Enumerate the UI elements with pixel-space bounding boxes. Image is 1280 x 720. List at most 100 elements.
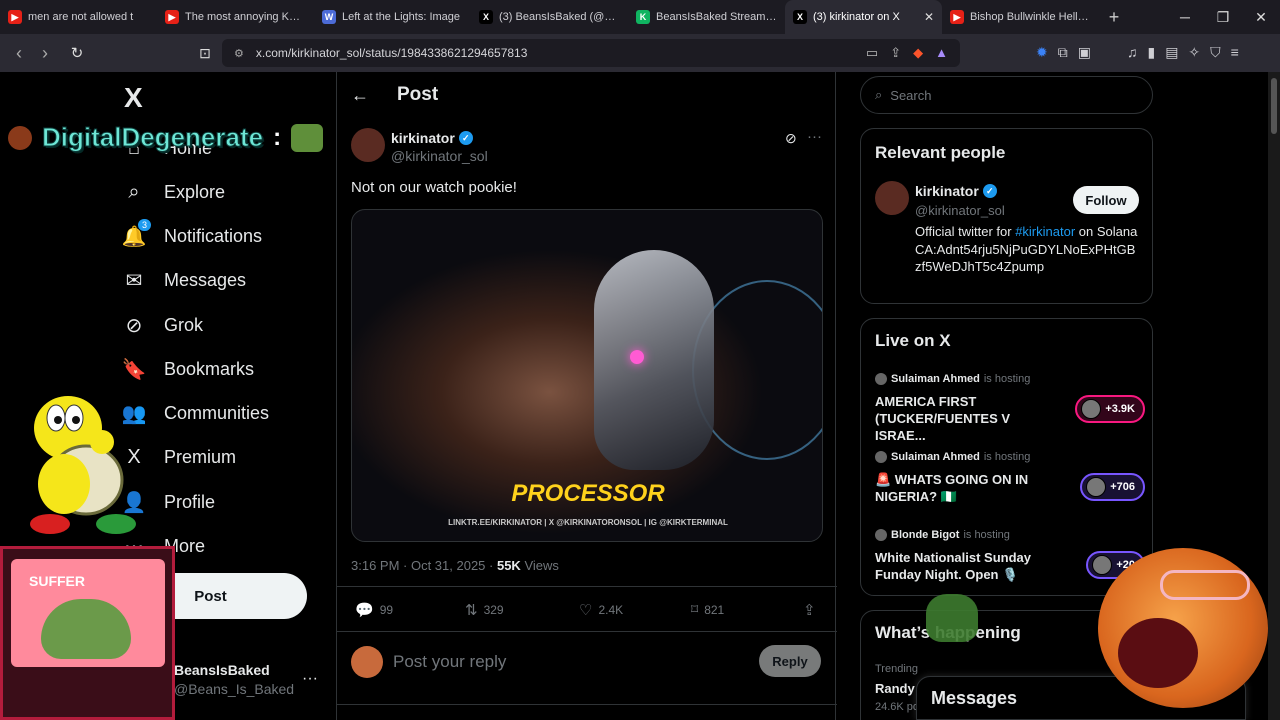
media-credit: LINKTR.EE/KIRKINATOR | X @KIRKINATORONSO… bbox=[448, 518, 728, 527]
listener-pill[interactable]: +3.9K bbox=[1075, 395, 1145, 423]
minimize-icon[interactable]: ─ bbox=[1166, 9, 1204, 25]
listener-avatar bbox=[1092, 555, 1113, 575]
live-on-x-panel: Live on X Sulaiman Ahmed is hosting AMERIC… bbox=[860, 318, 1153, 596]
live-space-item[interactable]: Sulaiman Ahmed is hosting 🚨 WHATS GOING ON… bbox=[875, 451, 1145, 505]
tab-favicon-icon: ▶ bbox=[165, 10, 179, 24]
pot-emote-icon bbox=[8, 125, 32, 150]
more-options-icon[interactable]: ··· bbox=[807, 128, 822, 145]
nav-item-bookmarks[interactable]: 🔖 Bookmarks bbox=[122, 357, 254, 381]
scrollbar-thumb[interactable] bbox=[1271, 78, 1277, 134]
bookmark-page-icon[interactable]: ⊡ bbox=[192, 45, 218, 62]
wallet-icon[interactable]: ▤ bbox=[1165, 44, 1178, 61]
tab-title: Bishop Bullwinkle Hell To bbox=[970, 11, 1091, 23]
reply-input[interactable]: Post your reply bbox=[393, 652, 506, 672]
grok-icon[interactable]: ⊘ bbox=[785, 130, 797, 147]
live-title: Live on X bbox=[875, 331, 951, 350]
browser-tab[interactable]: ▶ Bishop Bullwinkle Hell To bbox=[942, 0, 1099, 34]
site-info-icon[interactable]: ⚙ bbox=[234, 47, 244, 60]
extension-1-icon[interactable]: ✹ bbox=[1036, 44, 1048, 61]
browser-toolbar: ‹ › ↻ ⊡ ⚙ x.com/kirkinator_sol/status/19… bbox=[0, 34, 1280, 72]
account-handle: @Beans_Is_Baked bbox=[174, 681, 295, 697]
repost-action[interactable]: ⇅ 329 bbox=[465, 601, 504, 619]
back-arrow-icon[interactable]: ← bbox=[351, 85, 371, 106]
author-avatar[interactable] bbox=[351, 128, 385, 162]
leo-icon[interactable]: ✧ bbox=[1188, 44, 1200, 61]
author-handle[interactable]: @kirkinator_sol bbox=[391, 148, 488, 164]
tab-list: ▶ men are not allowed t ▶ The most annoying… bbox=[0, 0, 1099, 34]
next-reply-row[interactable] bbox=[337, 704, 837, 720]
page-scrollbar[interactable] bbox=[1268, 72, 1280, 720]
nav-item-messages[interactable]: ✉ Messages bbox=[122, 268, 246, 292]
account-more-icon[interactable]: ··· bbox=[302, 670, 318, 688]
browser-tab[interactable]: ▶ men are not allowed t bbox=[0, 0, 157, 34]
reply-action[interactable]: 💬 99 bbox=[355, 601, 393, 619]
host-avatar bbox=[875, 529, 887, 541]
hosting-label: is hosting bbox=[963, 529, 1010, 541]
reply-button[interactable]: Reply bbox=[759, 645, 821, 677]
nav-item-notifications[interactable]: 🔔 3 Notifications bbox=[122, 218, 263, 248]
suffer-tv-overlay: SUFFER bbox=[0, 546, 175, 720]
messages-drawer-title: Messages bbox=[931, 688, 1018, 708]
pepe-emote-icon bbox=[291, 123, 324, 152]
share-icon[interactable]: ⇪ bbox=[890, 45, 901, 61]
live-space-item[interactable]: Blonde Bigot is hosting White Nationalist … bbox=[875, 529, 1145, 583]
browser-tab[interactable]: K BeansIsBaked Stream - W bbox=[628, 0, 785, 34]
extension-icons: ✹ ⧉ ▣ ♫ ▮ ▤ ✧ ⛉ ≡ bbox=[1036, 44, 1239, 61]
nav-item-grok[interactable]: ⊘ Grok bbox=[122, 313, 203, 337]
live-space-item[interactable]: Sulaiman Ahmed is hosting AMERICA FIRST (T… bbox=[875, 373, 1145, 444]
back-icon[interactable]: ‹ bbox=[6, 43, 32, 64]
vpn-icon[interactable]: ⛉ bbox=[1210, 44, 1221, 61]
relevant-handle[interactable]: @kirkinator_sol bbox=[915, 203, 1005, 218]
host-avatar bbox=[875, 451, 887, 463]
browser-tab[interactable]: X (3) BeansIsBaked (@Beans bbox=[471, 0, 628, 34]
nav-item-explore[interactable]: ⌕ Explore bbox=[122, 180, 225, 204]
search-input[interactable]: ⌕ Search bbox=[860, 76, 1153, 114]
relevant-bio: Official twitter for #kirkinator on Sola… bbox=[915, 223, 1141, 276]
mail-icon: ✉ bbox=[122, 268, 146, 292]
extension-2-icon[interactable]: ▣ bbox=[1078, 44, 1091, 61]
cast-icon[interactable]: ▭ bbox=[866, 45, 878, 61]
bookmark-action[interactable]: ⌑ 821 bbox=[691, 601, 724, 618]
close-window-icon[interactable]: ✕ bbox=[1242, 9, 1280, 26]
browser-tab[interactable]: ▶ The most annoying Karen bbox=[157, 0, 314, 34]
potato-sticker-icon bbox=[1098, 548, 1268, 708]
cyborg-eye bbox=[630, 350, 644, 364]
tweet-media[interactable]: PROCESSOR LINKTR.EE/KIRKINATOR | X @KIRK… bbox=[351, 209, 823, 542]
mouth-shape bbox=[1118, 618, 1198, 688]
nav-label: Communities bbox=[164, 402, 270, 423]
bio-hashtag-link[interactable]: #kirkinator bbox=[1015, 224, 1075, 239]
x-logo-icon[interactable]: X bbox=[124, 82, 143, 114]
menu-icon[interactable]: ≡ bbox=[1231, 44, 1239, 61]
browser-tab-strip: ▶ men are not allowed t ▶ The most annoying… bbox=[0, 0, 1280, 34]
author-name[interactable]: kirkinator ✓ bbox=[391, 130, 473, 146]
account-switcher[interactable]: BeansIsBaked @Beans_Is_Baked bbox=[174, 662, 294, 697]
close-tab-icon[interactable]: ✕ bbox=[924, 10, 934, 24]
share-action[interactable]: ⇪ bbox=[803, 601, 816, 619]
puzzle-icon[interactable]: ⧉ bbox=[1058, 44, 1068, 61]
rewards-icon[interactable]: ▲ bbox=[935, 45, 948, 61]
browser-tab[interactable]: W Left at the Lights: Image bbox=[314, 0, 471, 34]
tweet-time[interactable]: 3:16 PM · Oct 31, 2025 · bbox=[351, 558, 497, 573]
browser-tab[interactable]: X (3) kirkinator on X ✕ bbox=[785, 0, 942, 34]
like-action[interactable]: ♡ 2.4K bbox=[579, 601, 623, 619]
nav-label: Grok bbox=[164, 314, 204, 335]
music-icon[interactable]: ♫ bbox=[1127, 44, 1138, 61]
relevant-avatar[interactable] bbox=[875, 181, 909, 215]
tab-favicon-icon: ▶ bbox=[8, 10, 22, 24]
brave-shield-icon[interactable]: ◆ bbox=[913, 45, 923, 61]
listener-pill[interactable]: +706 bbox=[1080, 473, 1145, 501]
new-tab-button[interactable]: + bbox=[1099, 7, 1129, 28]
follow-button[interactable]: Follow bbox=[1073, 186, 1139, 214]
search-icon: ⌕ bbox=[875, 87, 883, 102]
maximize-icon[interactable]: ❐ bbox=[1204, 9, 1242, 26]
reload-icon[interactable]: ↻ bbox=[64, 44, 90, 62]
reply-avatar bbox=[351, 646, 383, 678]
stream-name-text: DigitalDegenerate bbox=[41, 122, 264, 153]
address-bar[interactable]: ⚙ x.com/kirkinator_sol/status/1984338621… bbox=[222, 39, 960, 67]
sidebar-icon[interactable]: ▮ bbox=[1147, 44, 1155, 61]
trend-name[interactable]: Randy bbox=[875, 681, 915, 696]
relevant-name[interactable]: kirkinator ✓ bbox=[915, 183, 997, 199]
nav-label: Notifications bbox=[164, 225, 263, 246]
forward-icon[interactable]: › bbox=[32, 43, 58, 64]
account-name: BeansIsBaked bbox=[174, 662, 270, 678]
